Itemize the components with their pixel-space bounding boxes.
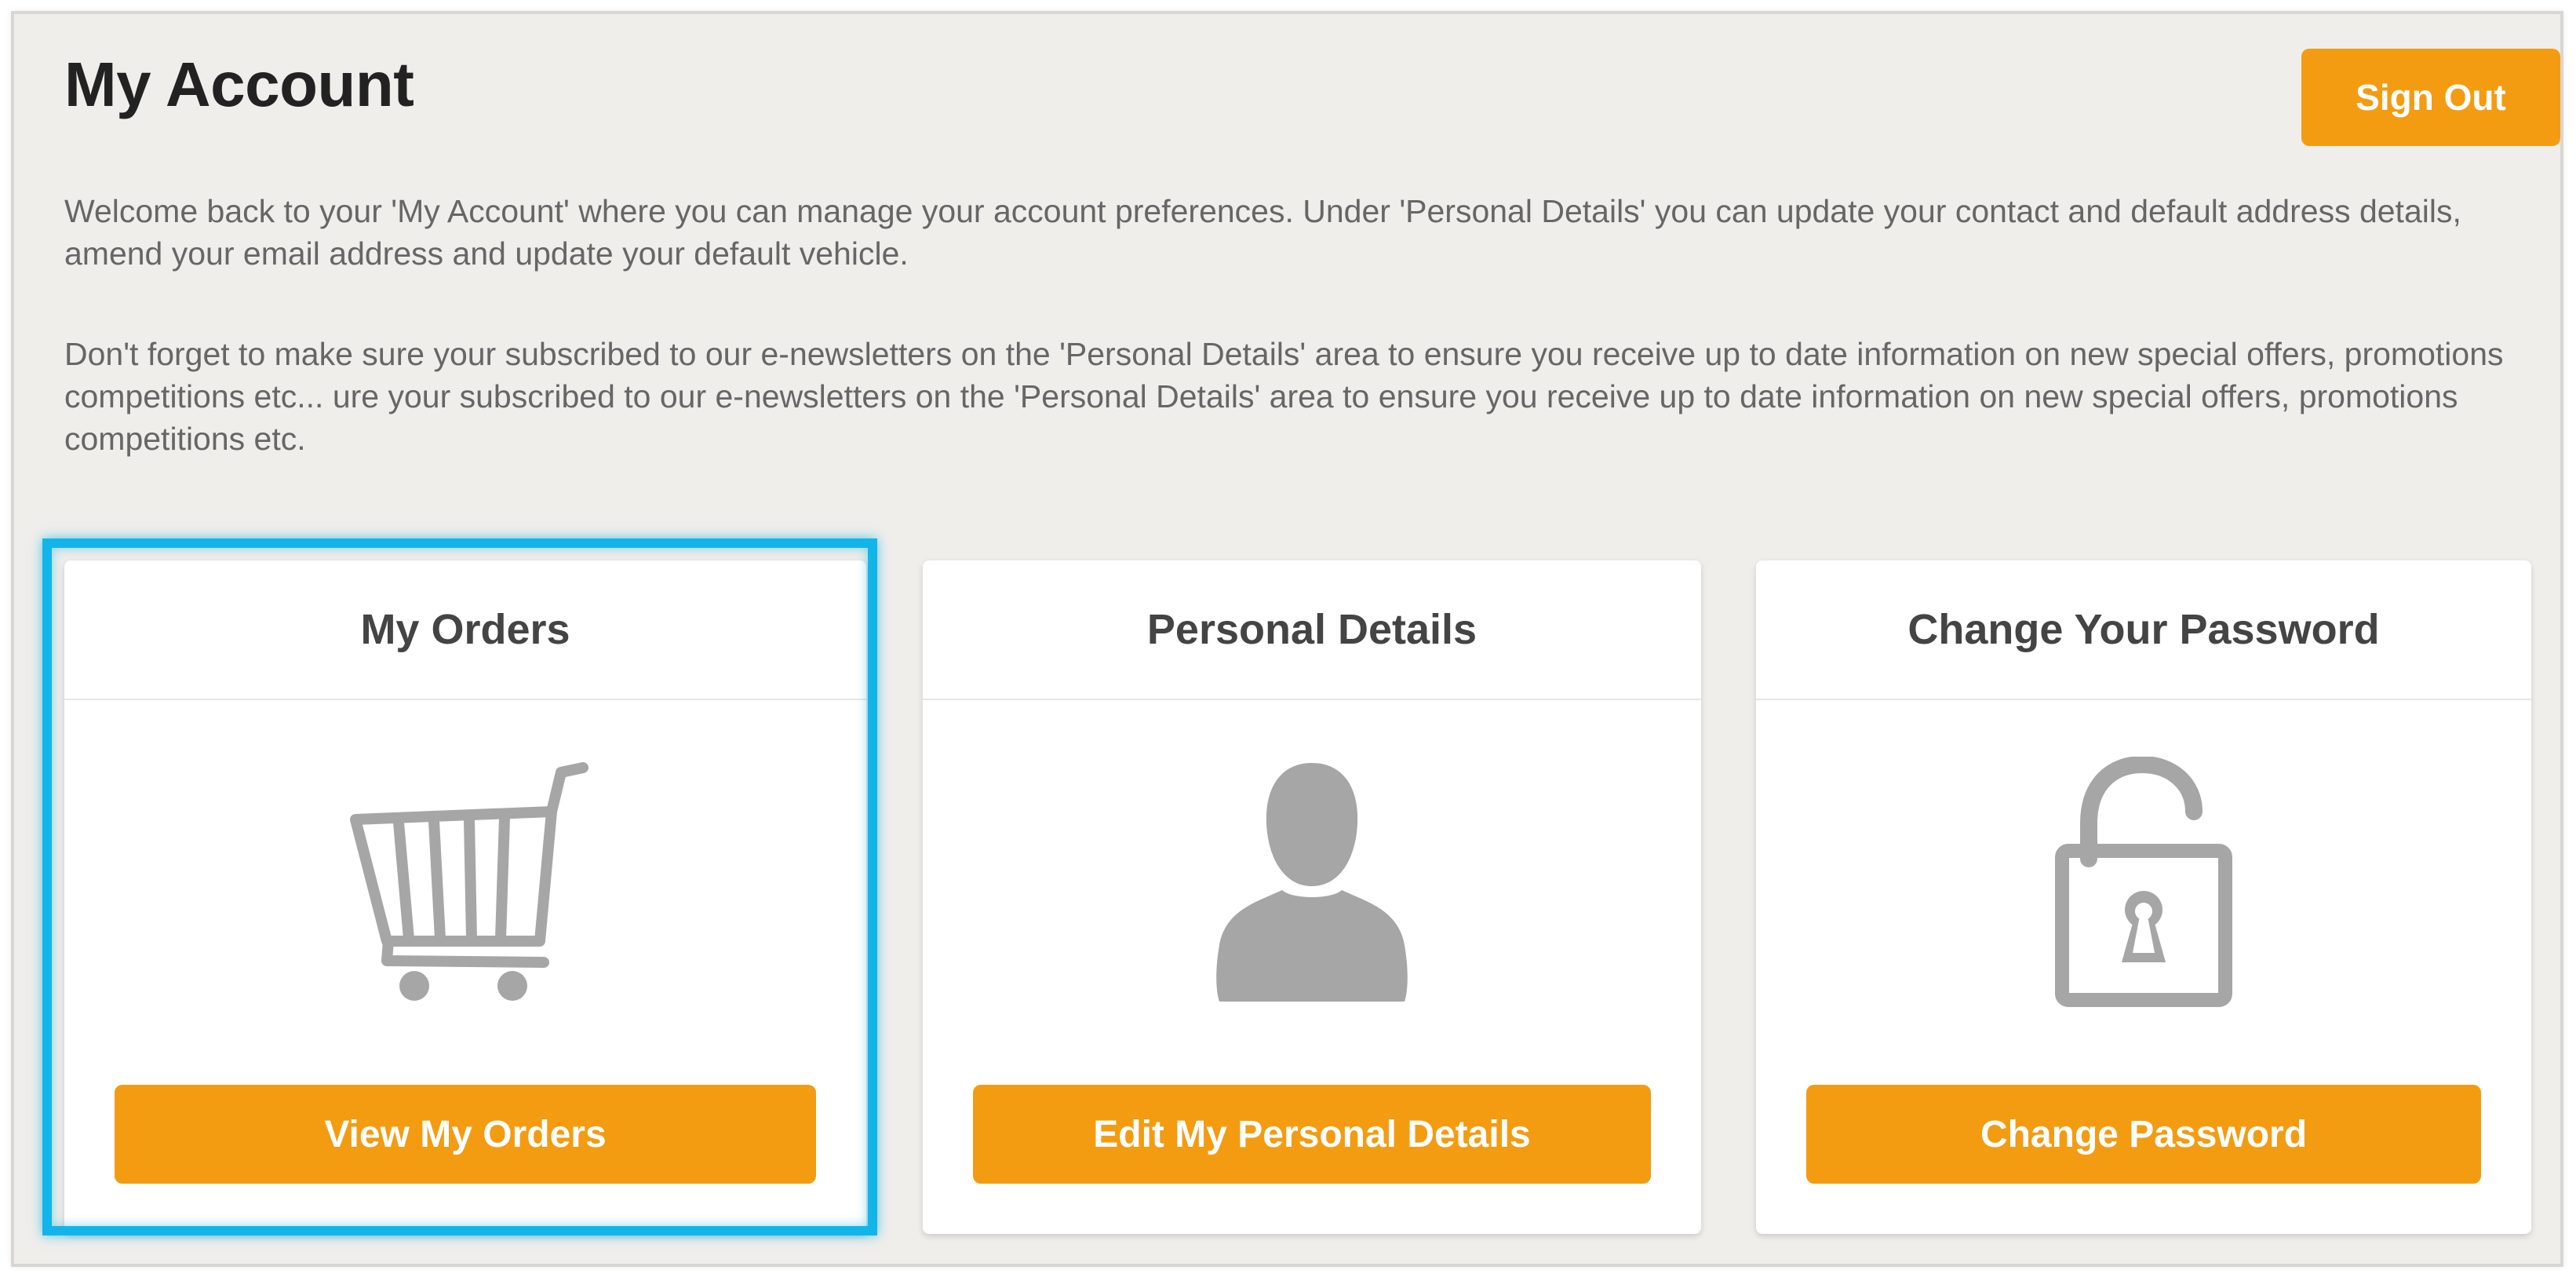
user-icon <box>923 757 1701 1008</box>
account-panel: My Account Sign Out Welcome back to your… <box>11 11 2563 1267</box>
intro-paragraph-welcome: Welcome back to your 'My Account' where … <box>64 193 2461 272</box>
change-password-card: Change Your Password Change Password <box>1756 560 2531 1234</box>
change-password-card-title: Change Your Password <box>1756 560 2531 700</box>
sign-out-button[interactable]: Sign Out <box>2301 49 2560 146</box>
view-my-orders-button[interactable]: View My Orders <box>115 1085 816 1184</box>
edit-personal-details-button[interactable]: Edit My Personal Details <box>973 1085 1651 1184</box>
personal-details-card: Personal Details Edit My Personal Detail… <box>923 560 1701 1234</box>
intro-paragraph-newsletter: Don't forget to make sure your subscribe… <box>64 336 2504 457</box>
my-orders-card-title: My Orders <box>64 560 866 700</box>
personal-details-card-title: Personal Details <box>923 560 1701 700</box>
unlocked-padlock-icon <box>1756 757 2531 1008</box>
change-password-button[interactable]: Change Password <box>1806 1085 2481 1184</box>
shopping-cart-icon <box>64 757 866 1008</box>
my-orders-card: My Orders View My Orders <box>64 560 866 1234</box>
page-title: My Account <box>64 49 414 119</box>
